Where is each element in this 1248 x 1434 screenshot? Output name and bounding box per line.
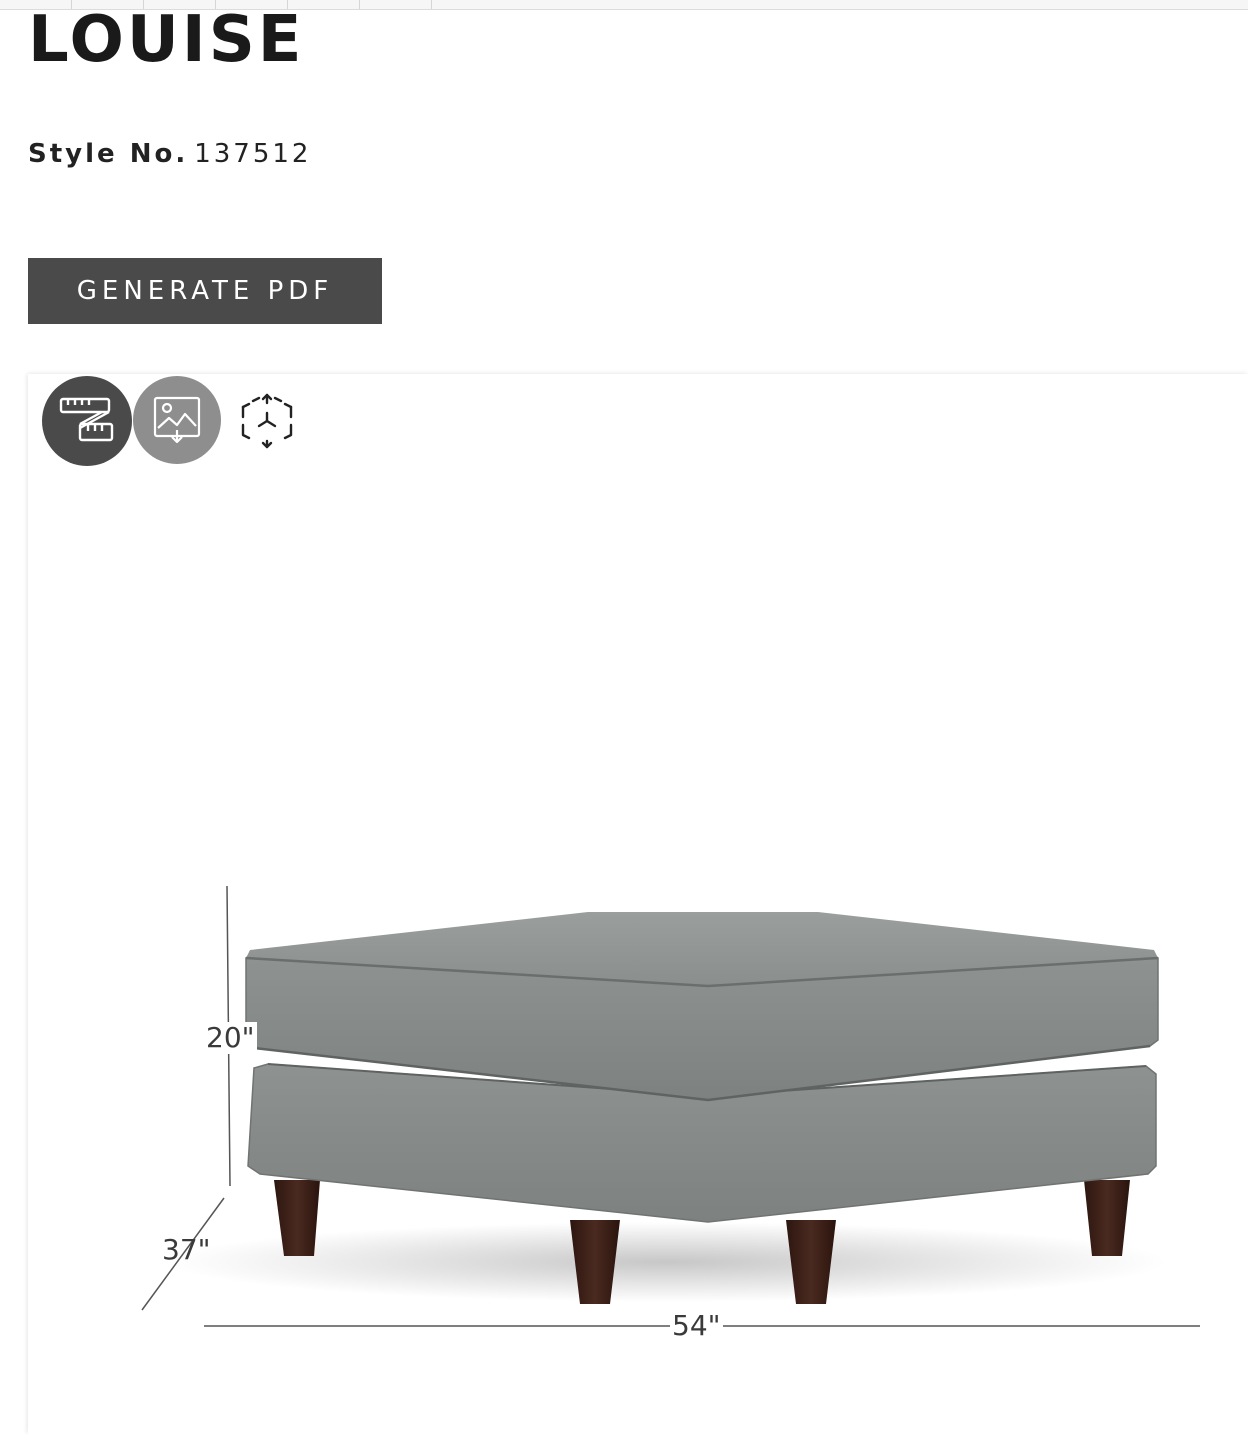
dimensions-view-button[interactable] [42, 376, 132, 466]
3d-cube-icon [241, 393, 293, 449]
image-download-icon [153, 396, 201, 444]
product-image [141, 885, 1200, 1327]
style-number-label: Style No. [28, 139, 189, 169]
floor-shadow [168, 1222, 1168, 1302]
leg-back-right [1084, 1180, 1130, 1256]
depth-dimension-label: 37" [162, 1233, 211, 1266]
style-number-value: 137512 [194, 139, 312, 169]
tape-measure-icon [59, 397, 114, 442]
generate-pdf-button[interactable]: GENERATE PDF [28, 258, 382, 324]
product-title: LOUISE [28, 3, 305, 77]
3d-view-button[interactable] [222, 376, 312, 466]
tab-strip-segment [360, 0, 432, 9]
height-dimension-label: 20" [204, 1021, 257, 1054]
product-viewer: 20" 37" 54" [28, 374, 1248, 1434]
image-download-button[interactable] [133, 376, 221, 464]
style-number-line: Style No. 137512 [28, 136, 311, 172]
width-dimension-label: 54" [670, 1309, 723, 1342]
